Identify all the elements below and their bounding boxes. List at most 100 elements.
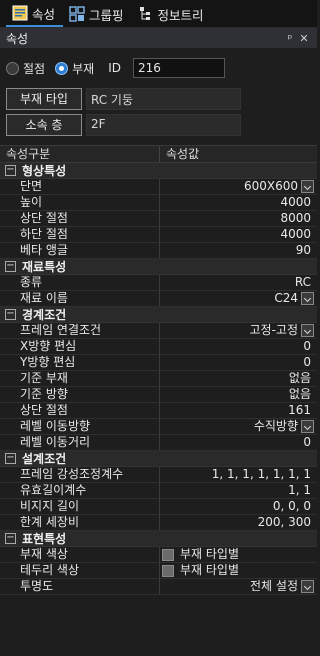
property-value-cell[interactable]: 90 xyxy=(160,243,317,258)
property-value-cell[interactable]: 1, 1, 1, 1, 1, 1, 1 xyxy=(160,467,317,482)
property-value-cell[interactable]: 4000 xyxy=(160,195,317,210)
pin-icon[interactable]: ᵖ xyxy=(283,32,297,45)
section-header[interactable]: − 재료특성 xyxy=(0,259,317,275)
property-row[interactable]: 프레임 연결조건 고정-고정 xyxy=(0,323,317,339)
floor-button[interactable]: 소속 층 xyxy=(6,114,82,136)
property-row[interactable]: 레벨 이동방향 수직방향 xyxy=(0,419,317,435)
property-value-cell[interactable]: 전체 설정 xyxy=(160,579,317,594)
property-value: 1, 1, 1, 1, 1, 1, 1 xyxy=(211,467,311,481)
radio-joint[interactable]: 절점 xyxy=(6,60,45,77)
property-key: 한계 세장비 xyxy=(0,515,160,530)
dropdown-arrow-icon[interactable] xyxy=(301,580,314,593)
property-value-cell[interactable]: 161 xyxy=(160,403,317,418)
dropdown-arrow-icon[interactable] xyxy=(301,420,314,433)
property-row[interactable]: 기준 방향 없음 xyxy=(0,387,317,403)
property-value: 고정-고정 xyxy=(249,323,299,337)
property-row[interactable]: 투명도 전체 설정 xyxy=(0,579,317,595)
property-row[interactable]: 기준 부재 없음 xyxy=(0,371,317,387)
property-row[interactable]: 베타 앵글 90 xyxy=(0,243,317,259)
collapse-icon[interactable]: − xyxy=(5,453,16,464)
property-row[interactable]: 프레임 강성조정계수 1, 1, 1, 1, 1, 1, 1 xyxy=(0,467,317,483)
selection-form: 절점 부재 ID 216 부재 타입 RC 기둥 소속 층 2F xyxy=(0,48,317,136)
dropdown-arrow-icon[interactable] xyxy=(301,292,314,305)
color-swatch[interactable] xyxy=(162,548,174,561)
property-row[interactable]: 하단 절점 4000 xyxy=(0,227,317,243)
property-value: 0 xyxy=(303,435,311,449)
property-key: 프레임 연결조건 xyxy=(0,323,160,338)
property-row[interactable]: Y방향 편심 0 xyxy=(0,355,317,371)
tab-properties[interactable]: 속성 xyxy=(6,1,64,27)
property-value-cell[interactable]: 수직방향 xyxy=(160,419,317,434)
property-value-cell[interactable]: 200, 300 xyxy=(160,515,317,530)
property-row[interactable]: 유효길이계수 1, 1 xyxy=(0,483,317,499)
dropdown-arrow-icon[interactable] xyxy=(301,180,314,193)
collapse-icon[interactable]: − xyxy=(5,309,16,320)
property-key: 테두리 색상 xyxy=(0,563,160,578)
property-row[interactable]: 단면 600X600 xyxy=(0,179,317,195)
id-input[interactable]: 216 xyxy=(132,58,225,78)
property-value-cell[interactable]: 8000 xyxy=(160,211,317,226)
property-grid: 속성구분 속성값 − 형상특성 단면 600X600 높이 4000 상단 절점 8000 하단… xyxy=(0,145,317,595)
section-header[interactable]: − 설계조건 xyxy=(0,451,317,467)
property-key: 기준 부재 xyxy=(0,371,160,386)
property-value: RC xyxy=(294,275,311,289)
property-row[interactable]: 비지지 길이 0, 0, 0 xyxy=(0,499,317,515)
property-row[interactable]: 부재 색상 부재 타입별 xyxy=(0,547,317,563)
grid-header-value: 속성값 xyxy=(166,147,200,161)
member-type-button[interactable]: 부재 타입 xyxy=(6,88,82,110)
collapse-icon[interactable]: − xyxy=(5,165,16,176)
collapse-icon[interactable]: − xyxy=(5,261,16,272)
property-value-cell[interactable]: 없음 xyxy=(160,387,317,402)
property-row[interactable]: 재료 이름 C24 xyxy=(0,291,317,307)
radio-member[interactable]: 부재 xyxy=(55,60,94,77)
panel-title-bar: 속성 ᵖ ✕ xyxy=(0,28,317,48)
property-value-cell[interactable]: C24 xyxy=(160,291,317,306)
property-row[interactable]: 한계 세장비 200, 300 xyxy=(0,515,317,531)
property-value-cell[interactable]: 없음 xyxy=(160,371,317,386)
property-key: 투명도 xyxy=(0,579,160,594)
grouping-icon xyxy=(69,6,85,22)
property-value: 0 xyxy=(303,355,311,369)
property-value-cell[interactable]: 0 xyxy=(160,435,317,450)
property-key: 상단 절점 xyxy=(0,211,160,226)
property-row[interactable]: 상단 절점 161 xyxy=(0,403,317,419)
property-value-cell[interactable]: 0, 0, 0 xyxy=(160,499,317,514)
radio-member-label: 부재 xyxy=(72,61,95,76)
radio-member-dot[interactable] xyxy=(55,61,69,75)
grid-header: 속성구분 속성값 xyxy=(0,145,317,163)
section-header[interactable]: − 형상특성 xyxy=(0,163,317,179)
property-key: 비지지 길이 xyxy=(0,499,160,514)
color-swatch[interactable] xyxy=(162,564,174,577)
property-value-cell[interactable]: 부재 타입별 xyxy=(160,563,317,578)
tab-grouping[interactable]: 그룹핑 xyxy=(63,1,132,27)
property-value-cell[interactable]: RC xyxy=(160,275,317,290)
collapse-icon[interactable]: − xyxy=(5,533,16,544)
property-key: 하단 절점 xyxy=(0,227,160,242)
dropdown-arrow-icon[interactable] xyxy=(301,324,314,337)
info-tree-icon xyxy=(139,7,150,20)
property-key: X방향 편심 xyxy=(0,339,160,354)
section-header[interactable]: − 표현특성 xyxy=(0,531,317,547)
property-value-cell[interactable]: 부재 타입별 xyxy=(160,547,317,562)
property-row[interactable]: 테두리 색상 부재 타입별 xyxy=(0,563,317,579)
section-header[interactable]: − 경계조건 xyxy=(0,307,317,323)
property-row[interactable]: 높이 4000 xyxy=(0,195,317,211)
property-value-cell[interactable]: 고정-고정 xyxy=(160,323,317,338)
property-value-cell[interactable]: 0 xyxy=(160,339,317,354)
property-value-cell[interactable]: 0 xyxy=(160,355,317,370)
property-row[interactable]: X방향 편심 0 xyxy=(0,339,317,355)
property-value: 수직방향 xyxy=(253,419,298,433)
property-row[interactable]: 종류 RC xyxy=(0,275,317,291)
property-row[interactable]: 상단 절점 8000 xyxy=(0,211,317,227)
tab-info-tree[interactable]: 정보트리 xyxy=(132,1,212,27)
property-key: 프레임 강성조정계수 xyxy=(0,467,160,482)
property-row[interactable]: 레벨 이동거리 0 xyxy=(0,435,317,451)
property-value-cell[interactable]: 600X600 xyxy=(160,179,317,194)
property-value-cell[interactable]: 4000 xyxy=(160,227,317,242)
radio-joint-label: 절점 xyxy=(23,61,46,76)
radio-joint-dot[interactable] xyxy=(6,61,19,75)
property-value-cell[interactable]: 1, 1 xyxy=(160,483,317,498)
id-label: ID xyxy=(108,61,121,75)
property-key: 상단 절점 xyxy=(0,403,160,418)
close-icon[interactable]: ✕ xyxy=(297,32,311,45)
